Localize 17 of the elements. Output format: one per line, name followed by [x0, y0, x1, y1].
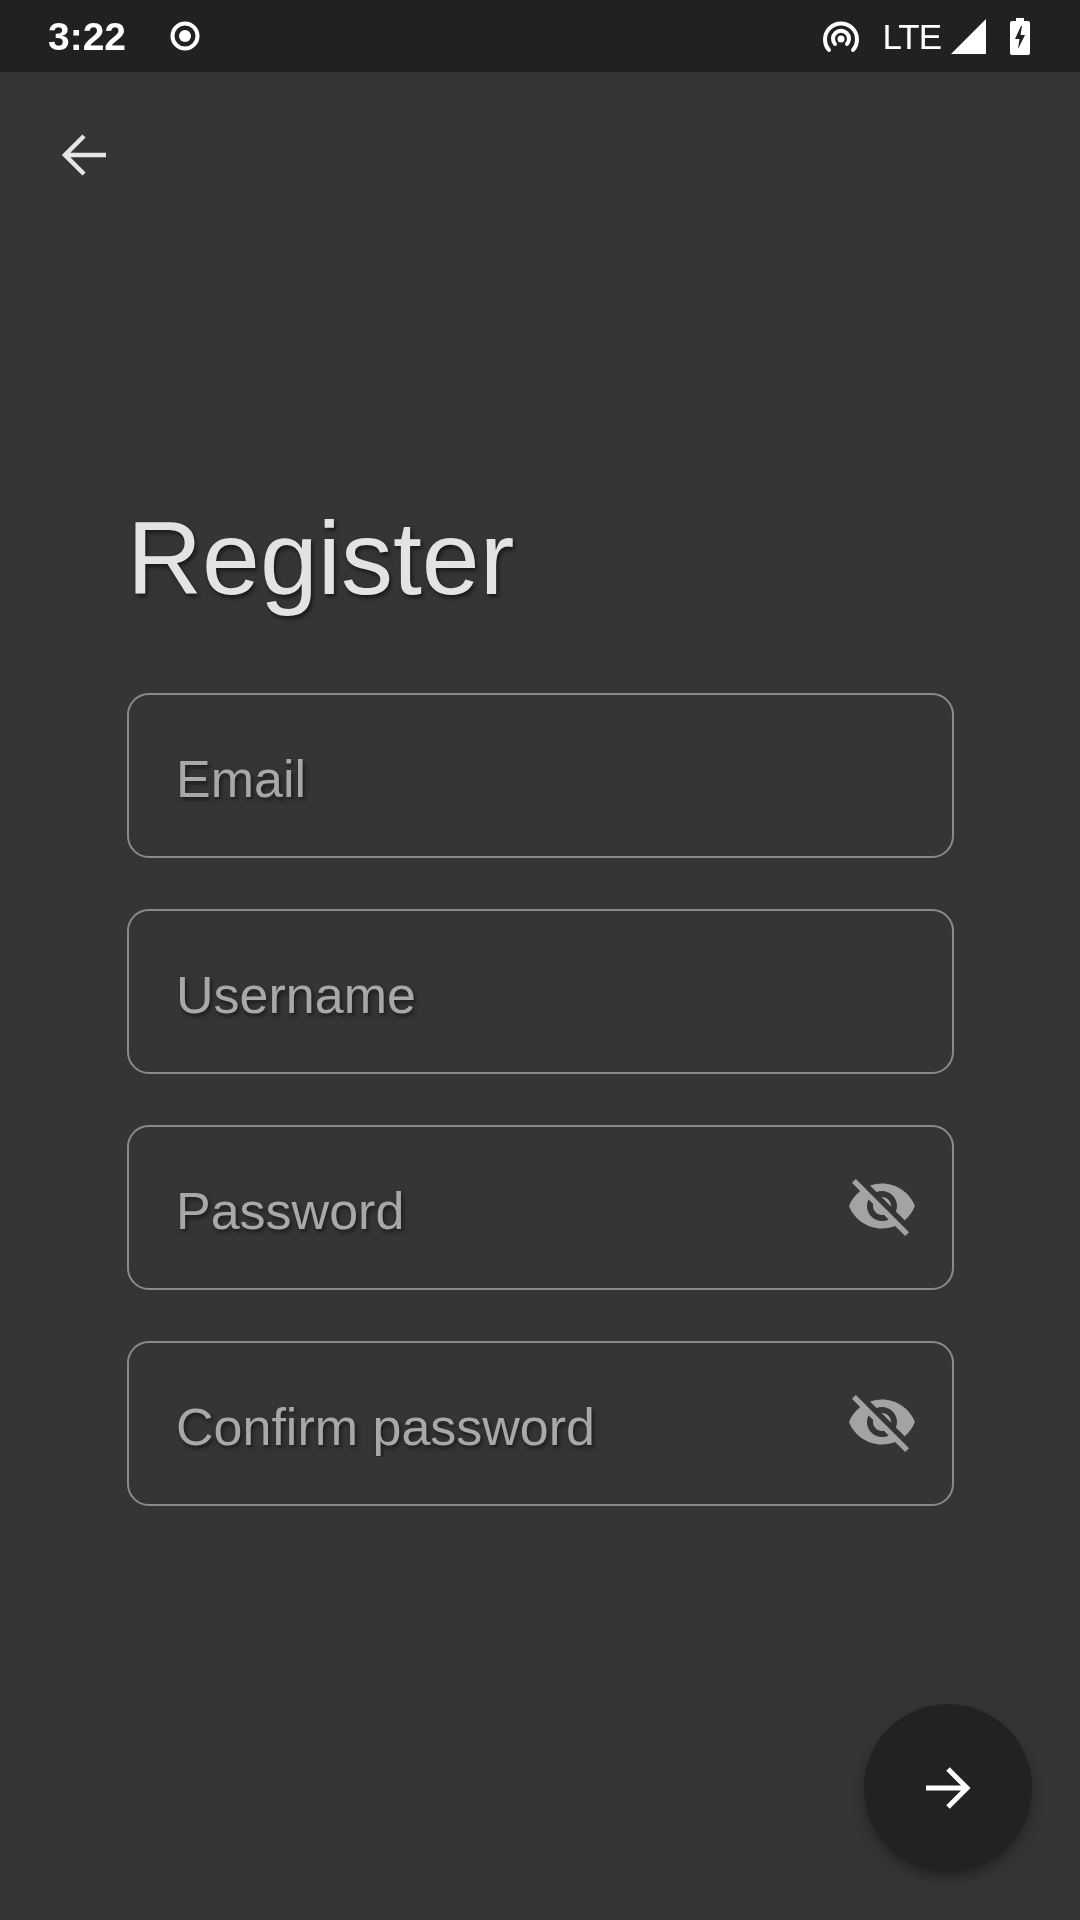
network-type-label: LTE	[882, 18, 941, 54]
eye-slash-icon[interactable]	[849, 1395, 915, 1452]
hotspot-icon	[822, 19, 861, 53]
signal-icon	[951, 18, 986, 54]
eye-slash-icon[interactable]	[849, 1179, 915, 1236]
password-field[interactable]: Confirm password	[127, 1341, 954, 1506]
text-field[interactable]: Username	[127, 909, 954, 1074]
battery-charging-icon	[1010, 17, 1030, 55]
password-input[interactable]: Confirm password	[176, 1393, 833, 1460]
page-title: Register	[127, 499, 516, 618]
record-icon	[170, 21, 201, 51]
password-input[interactable]: Password	[176, 1177, 833, 1244]
text-field[interactable]: Email	[127, 693, 954, 858]
text-input[interactable]: Email	[176, 745, 915, 812]
text-input[interactable]: Username	[176, 961, 915, 1028]
password-field[interactable]: Password	[127, 1125, 954, 1290]
status-time: 3:22	[48, 16, 127, 56]
